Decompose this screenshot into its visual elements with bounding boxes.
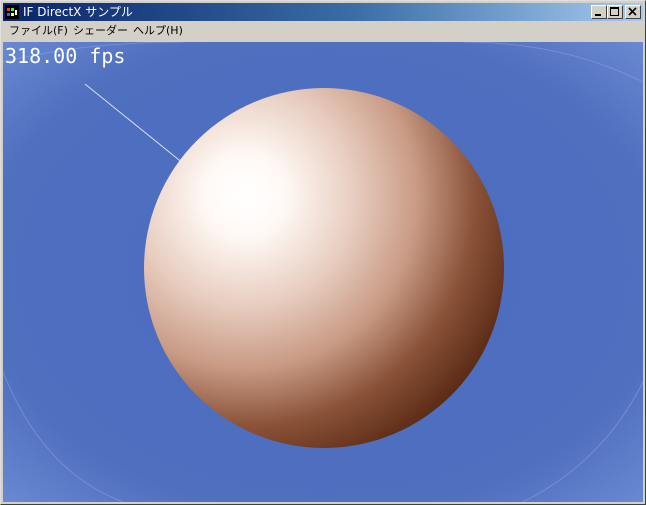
fps-counter: 318.00 fps: [5, 44, 126, 68]
close-icon: [628, 7, 637, 16]
app-window: IF DirectX サンプル ファイル(F) シェーダー ヘルプ(H) 318…: [0, 0, 646, 505]
close-button[interactable]: [625, 5, 641, 19]
minimize-button[interactable]: [591, 5, 607, 19]
title-bar[interactable]: IF DirectX サンプル: [3, 3, 643, 21]
render-viewport[interactable]: 318.00 fps: [3, 42, 643, 502]
shaded-sphere: [144, 88, 504, 448]
window-title: IF DirectX サンプル: [23, 5, 133, 19]
menu-help[interactable]: ヘルプ(H): [133, 24, 183, 38]
minimize-icon: [595, 14, 601, 16]
menu-file[interactable]: ファイル(F): [9, 24, 68, 38]
rendered-scene: [3, 42, 643, 502]
directx-app-icon: [5, 5, 19, 19]
menu-bar: ファイル(F) シェーダー ヘルプ(H): [3, 22, 643, 41]
maximize-icon: [610, 7, 619, 16]
maximize-button[interactable]: [607, 5, 623, 19]
menu-shader[interactable]: シェーダー: [73, 24, 128, 38]
